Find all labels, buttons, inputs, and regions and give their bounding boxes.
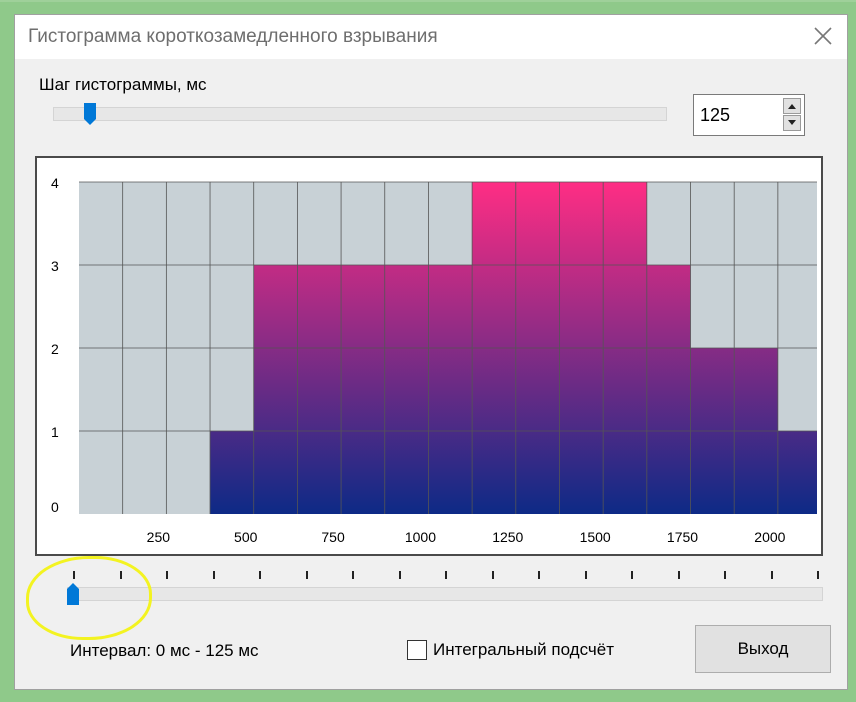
x-tick-label: 750 [321, 529, 345, 545]
interval-slider-track[interactable] [67, 587, 823, 601]
x-tick-label: 1250 [492, 529, 523, 545]
integral-checkbox[interactable] [407, 640, 427, 660]
histogram-bar [646, 265, 691, 514]
interval-tick [259, 571, 261, 579]
spin-up-button[interactable] [783, 98, 801, 114]
histogram-bar [777, 431, 817, 514]
interval-tick [584, 571, 587, 579]
title-bar: Гистограмма короткозамедленного взрывани… [15, 15, 847, 59]
histogram-bar [297, 265, 342, 514]
histogram-bar [210, 431, 254, 514]
y-tick-label: 3 [51, 258, 59, 274]
x-tick-label: 1750 [667, 529, 698, 545]
histogram-bar [428, 265, 473, 514]
exit-button[interactable]: Выход [695, 625, 831, 673]
y-tick-label: 0 [51, 499, 59, 515]
histogram-bar [253, 265, 298, 514]
histogram-bar [341, 265, 385, 514]
arrow-down-icon [788, 120, 796, 125]
interval-tick [352, 571, 354, 579]
yellow-highlight-annotation [26, 556, 152, 640]
interval-tick [398, 571, 401, 579]
step-label: Шаг гистограммы, мс [39, 75, 207, 94]
interval-label: Интервал: 0 мс - 125 мс [70, 641, 259, 660]
interval-tick [631, 571, 633, 579]
background-line [0, 0, 856, 2]
step-slider-track[interactable] [53, 107, 667, 121]
interval-tick [166, 571, 168, 579]
x-tick-label: 500 [234, 529, 258, 545]
interval-tick [305, 571, 308, 579]
x-tick-label: 1500 [580, 529, 611, 545]
y-tick-label: 4 [51, 175, 59, 191]
histogram-svg: 0 1 2 3 4 250 500 750 1000 1250 1500 1750 2000 [51, 175, 817, 545]
y-tick-label: 1 [51, 424, 59, 440]
step-spinbox[interactable]: 125 [693, 94, 805, 136]
close-icon [814, 27, 832, 45]
close-button[interactable] [803, 17, 843, 55]
interval-tick [677, 571, 680, 579]
interval-tick [491, 571, 494, 579]
x-tick-label: 250 [147, 529, 171, 545]
interval-tick [538, 571, 540, 579]
interval-tick [817, 571, 819, 579]
interval-tick [212, 571, 215, 579]
spin-down-button[interactable] [783, 115, 801, 131]
interval-tick [724, 571, 726, 579]
window-title: Гистограмма короткозамедленного взрывани… [28, 26, 438, 47]
step-slider-thumb[interactable] [83, 103, 96, 125]
histogram-bar [384, 265, 429, 514]
interval-tick [770, 571, 773, 579]
interval-tick [445, 571, 447, 579]
integral-checkbox-label[interactable]: Интегральный подсчёт [433, 640, 614, 660]
y-tick-label: 2 [51, 341, 59, 357]
step-value[interactable]: 125 [700, 105, 730, 126]
x-tick-label: 2000 [754, 529, 785, 545]
x-tick-label: 1000 [405, 529, 436, 545]
arrow-up-icon [788, 104, 796, 109]
histogram-chart: 0 1 2 3 4 250 500 750 1000 1250 1500 1750 2000 [35, 156, 823, 556]
